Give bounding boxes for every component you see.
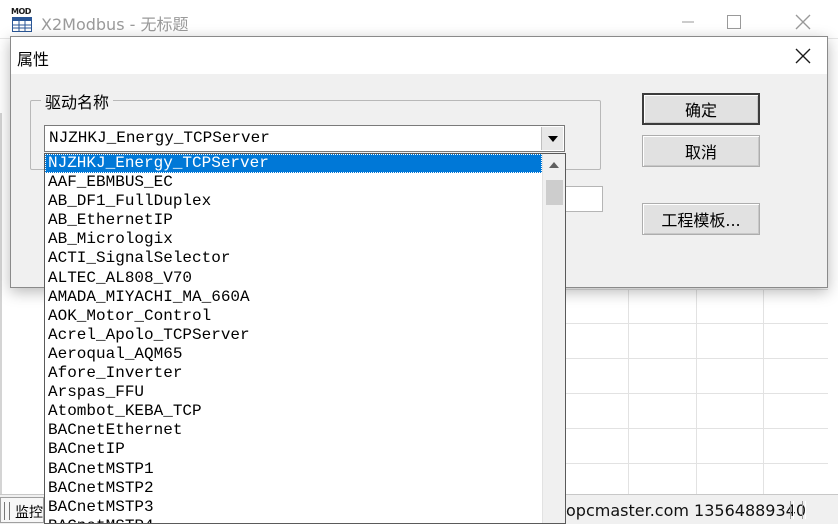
maximize-icon xyxy=(727,15,741,29)
dialog-title: 属性 xyxy=(17,50,50,69)
project-template-button[interactable]: 工程模板... xyxy=(642,203,760,235)
chevron-down-icon xyxy=(547,135,558,142)
chevron-up-icon xyxy=(549,162,559,168)
driver-list-item[interactable]: BACnetMSTP4 xyxy=(45,517,542,523)
driver-list-item[interactable]: AOK_Motor_Control xyxy=(45,307,542,326)
dialog-titlebar: 属性 xyxy=(11,37,827,74)
driver-list-item[interactable]: Atombot_KEBA_TCP xyxy=(45,402,542,421)
driver-list-item[interactable]: AAF_EBMBUS_EC xyxy=(45,173,542,192)
driver-combo[interactable]: NJZHKJ_Energy_TCPServer xyxy=(44,125,565,152)
driver-list-item[interactable]: Acrel_Apolo_TCPServer xyxy=(45,326,542,345)
driver-list-item[interactable]: BACnetMSTP3 xyxy=(45,498,542,517)
dropdown-button[interactable] xyxy=(541,127,563,150)
driver-list-item[interactable]: BACnetIP xyxy=(45,440,542,459)
driver-dropdown-list[interactable]: NJZHKJ_Energy_TCPServer AAF_EBMBUS_EC AB_D… xyxy=(44,153,566,524)
cancel-button[interactable]: 取消 xyxy=(642,135,760,167)
driver-list-item[interactable]: Aeroqual_AQM65 xyxy=(45,345,542,364)
driver-list-item[interactable]: BACnetMSTP1 xyxy=(45,460,542,479)
status-contact: opcmaster.com 13564889340 xyxy=(566,501,807,520)
close-icon xyxy=(795,14,811,30)
resize-grip xyxy=(784,499,834,521)
maximize-button[interactable] xyxy=(711,8,757,36)
driver-list-item[interactable]: Arspas_FFU xyxy=(45,383,542,402)
scroll-up-button[interactable] xyxy=(543,154,565,176)
driver-list-item[interactable]: BACnetEthernet xyxy=(45,421,542,440)
close-icon xyxy=(795,48,811,64)
app-title: X2Modbus - 无标题 xyxy=(41,15,189,34)
monitor-tab[interactable]: 监控 xyxy=(0,497,44,523)
minimize-button[interactable] xyxy=(665,8,711,36)
driver-list-item[interactable]: Afore_Inverter xyxy=(45,364,542,383)
driver-list-item[interactable]: AB_EthernetIP xyxy=(45,211,542,230)
dialog-close-button[interactable] xyxy=(783,41,823,71)
monitor-grid xyxy=(566,289,828,499)
minimize-icon xyxy=(682,21,694,23)
driver-list-item[interactable]: AB_DF1_FullDuplex xyxy=(45,192,542,211)
tab-marker xyxy=(4,502,10,520)
driver-list-items: NJZHKJ_Energy_TCPServer AAF_EBMBUS_EC AB_D… xyxy=(45,154,542,523)
driver-list-item[interactable]: ACTI_SignalSelector xyxy=(45,249,542,268)
driver-list-item[interactable]: AB_Micrologix xyxy=(45,230,542,249)
ok-button[interactable]: 确定 xyxy=(642,93,760,125)
list-scrollbar[interactable] xyxy=(542,154,565,523)
driver-combo-value: NJZHKJ_Energy_TCPServer xyxy=(49,129,270,147)
app-icon-label: MOD xyxy=(11,7,31,16)
secondary-input[interactable] xyxy=(566,186,603,212)
driver-list-item[interactable]: ALTEC_AL808_V70 xyxy=(45,269,542,288)
left-border xyxy=(0,113,2,524)
app-icon: MOD xyxy=(11,7,34,32)
driver-list-item[interactable]: BACnetMSTP2 xyxy=(45,479,542,498)
driver-name-label: 驱动名称 xyxy=(41,89,114,113)
app-close-button[interactable] xyxy=(780,8,826,36)
scroll-thumb[interactable] xyxy=(546,180,563,205)
app-titlebar: MOD X2Modbus - 无标题 xyxy=(0,0,838,38)
driver-list-item[interactable]: NJZHKJ_Energy_TCPServer xyxy=(45,154,542,174)
monitor-tab-label: 监控 xyxy=(15,505,43,521)
driver-list-item[interactable]: AMADA_MIYACHI_MA_660A xyxy=(45,288,542,307)
